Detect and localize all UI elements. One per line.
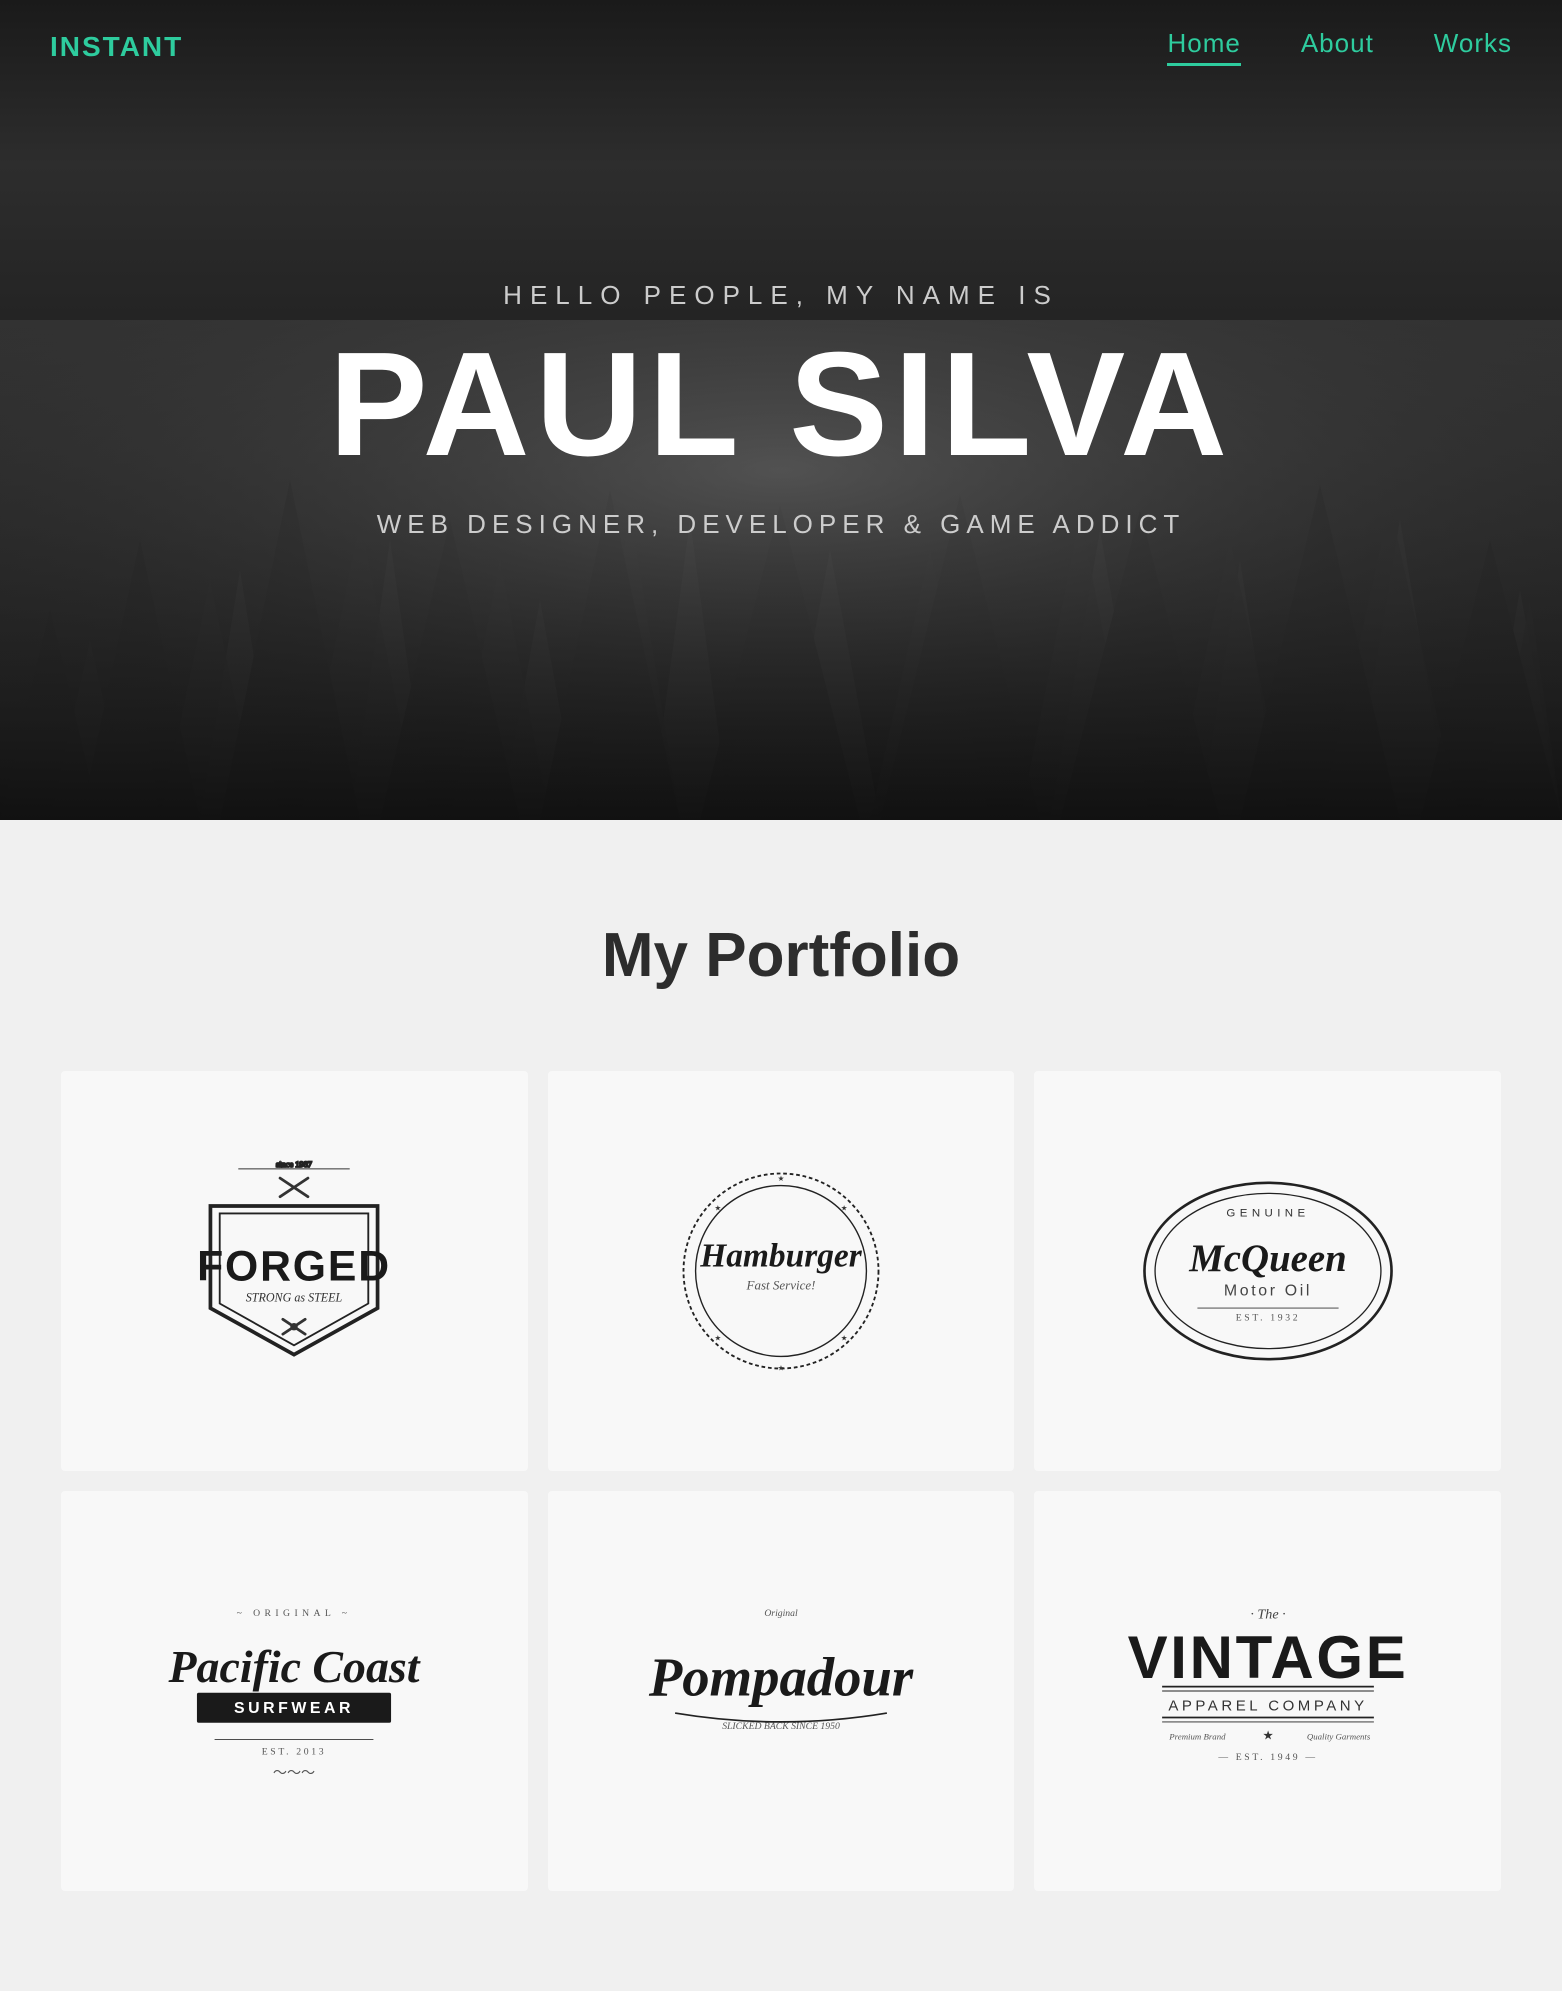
svg-text:VINTAGE: VINTAGE bbox=[1127, 1624, 1408, 1691]
brand-logo[interactable]: INSTANT bbox=[50, 31, 183, 63]
svg-text:since 1987: since 1987 bbox=[276, 1160, 312, 1169]
svg-text:STRONG as STEEL: STRONG as STEEL bbox=[246, 1291, 343, 1305]
portfolio-title: My Portfolio bbox=[60, 920, 1502, 991]
hero-subtitle: Hello People, My Name Is bbox=[503, 280, 1059, 311]
svg-text:〜〜〜: 〜〜〜 bbox=[273, 1765, 315, 1781]
nav-about[interactable]: About bbox=[1301, 28, 1374, 66]
nav-works[interactable]: Works bbox=[1434, 28, 1512, 66]
svg-text:EST. 2013: EST. 2013 bbox=[262, 1747, 327, 1758]
nav-home[interactable]: Home bbox=[1167, 28, 1240, 66]
portfolio-item-pacific-coast[interactable]: ~ ORIGINAL ~ Pacific Coast SURFWEAR EST.… bbox=[61, 1491, 528, 1891]
hero-description: Web Designer, Developer & Game Addict bbox=[377, 509, 1186, 540]
svg-text:Quality Garments: Quality Garments bbox=[1307, 1732, 1371, 1742]
portfolio-grid: since 1987 FORGED S bbox=[61, 1071, 1501, 1891]
svg-text:APPAREL COMPANY: APPAREL COMPANY bbox=[1168, 1697, 1367, 1714]
svg-text:EST. 1932: EST. 1932 bbox=[1235, 1312, 1300, 1323]
svg-text:Pacific Coast: Pacific Coast bbox=[168, 1641, 421, 1692]
svg-text:· The ·: · The · bbox=[1250, 1607, 1285, 1623]
portfolio-item-pompadour[interactable]: Original Pompadour SLICKED BACK SINCE 19… bbox=[548, 1491, 1015, 1891]
svg-text:SLICKED BACK SINCE 1950: SLICKED BACK SINCE 1950 bbox=[722, 1721, 840, 1732]
svg-text:Motor Oil: Motor Oil bbox=[1224, 1283, 1312, 1300]
navbar: INSTANT Home About Works bbox=[0, 0, 1562, 94]
svg-text:Fast Service!: Fast Service! bbox=[746, 1278, 816, 1293]
portfolio-item-vintage[interactable]: · The · VINTAGE APPAREL COMPANY Premium … bbox=[1034, 1491, 1501, 1891]
portfolio-item-forged[interactable]: since 1987 FORGED S bbox=[61, 1071, 528, 1471]
svg-text:★: ★ bbox=[778, 1363, 785, 1372]
svg-text:★: ★ bbox=[715, 1334, 722, 1343]
svg-text:★: ★ bbox=[841, 1204, 848, 1213]
portfolio-section: My Portfolio since 1987 bbox=[0, 820, 1562, 1991]
portfolio-item-mcqueen[interactable]: GENUINE McQueen Motor Oil EST. 1932 bbox=[1034, 1071, 1501, 1471]
svg-text:GENUINE: GENUINE bbox=[1226, 1207, 1309, 1219]
svg-text:★: ★ bbox=[715, 1204, 722, 1213]
svg-text:Hamburger: Hamburger bbox=[699, 1237, 862, 1274]
nav-links: Home About Works bbox=[1167, 28, 1512, 66]
svg-text:McQueen: McQueen bbox=[1188, 1237, 1346, 1280]
hero-name: PAUL SILVA bbox=[329, 331, 1233, 479]
svg-text:Premium Brand: Premium Brand bbox=[1168, 1732, 1226, 1742]
svg-text:— EST. 1949 —: — EST. 1949 — bbox=[1217, 1752, 1317, 1763]
hero-section: INSTANT Home About Works Hello People, M… bbox=[0, 0, 1562, 820]
svg-text:★: ★ bbox=[841, 1334, 848, 1343]
svg-text:SURFWEAR: SURFWEAR bbox=[234, 1700, 354, 1717]
svg-text:★: ★ bbox=[1262, 1729, 1273, 1743]
svg-text:Original: Original bbox=[764, 1608, 798, 1619]
svg-text:★: ★ bbox=[778, 1174, 785, 1183]
svg-text:FORGED: FORGED bbox=[197, 1242, 391, 1290]
svg-text:~ ORIGINAL ~: ~ ORIGINAL ~ bbox=[237, 1608, 352, 1619]
portfolio-item-hamburger[interactable]: ★ ★ ★ ★ ★ ★ Stella Foods! ● ● ● ● ● Ham bbox=[548, 1071, 1015, 1471]
svg-text:Pompadour: Pompadour bbox=[648, 1646, 914, 1707]
